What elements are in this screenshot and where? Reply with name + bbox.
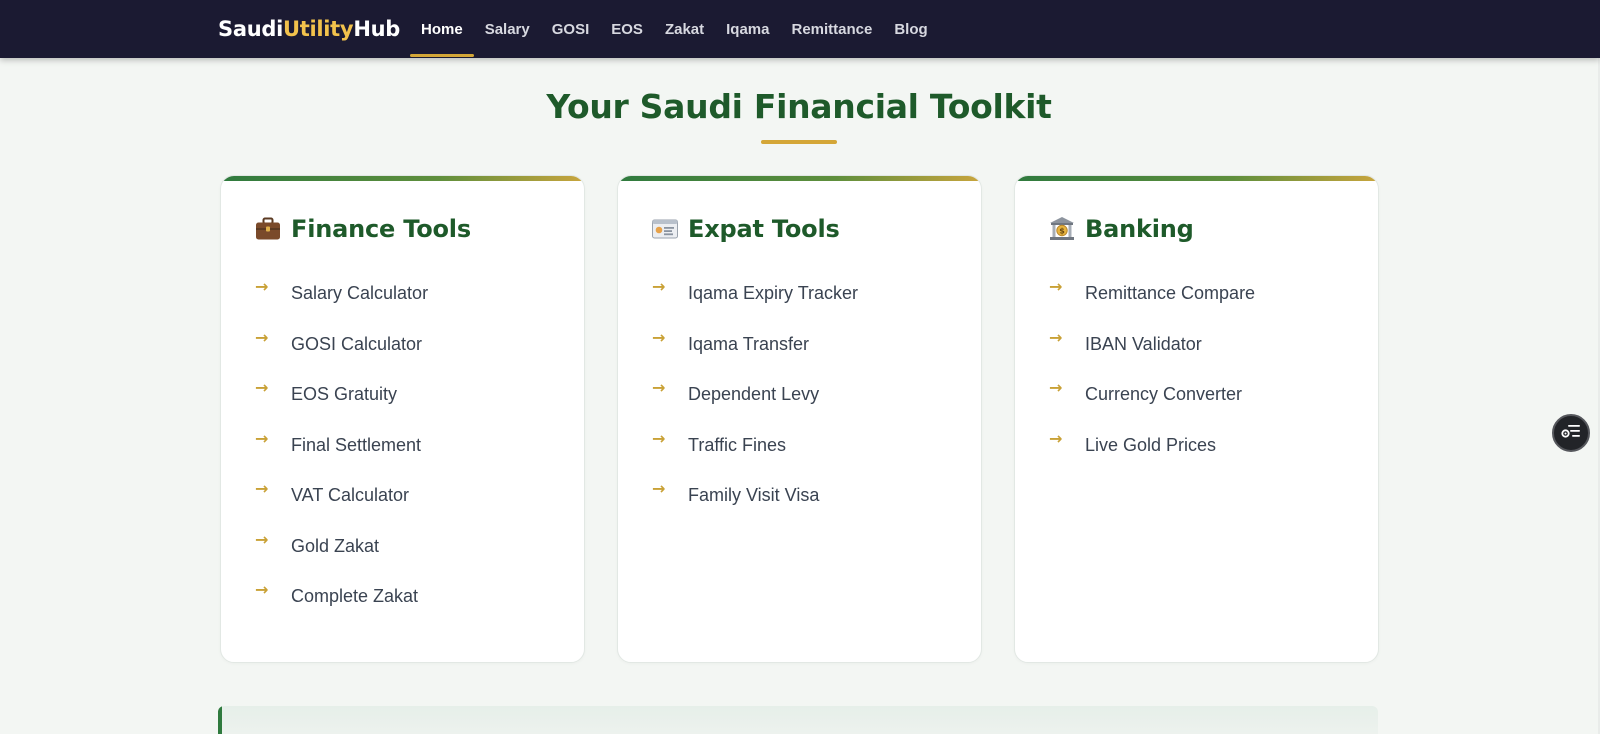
card-top-bar xyxy=(1015,176,1378,181)
arrow-right-icon: → xyxy=(652,327,666,347)
card-header: Finance Tools xyxy=(255,212,471,246)
arrow-right-icon: → xyxy=(255,428,269,448)
section-left-accent xyxy=(218,706,222,734)
arrow-right-icon: → xyxy=(255,327,269,347)
tool-label: GOSI Calculator xyxy=(291,333,423,354)
arrow-right-icon: → xyxy=(255,277,269,297)
arrow-right-icon: → xyxy=(652,428,666,448)
tool-link-dependent-levy[interactable]: → Dependent Levy xyxy=(652,369,858,420)
top-navbar: SaudiUtilityHub Home Salary GOSI EOS Zak… xyxy=(0,0,1600,58)
nav-eos[interactable]: EOS xyxy=(600,0,654,58)
tool-link-currency-converter[interactable]: → Currency Converter xyxy=(1049,369,1255,420)
tool-label: VAT Calculator xyxy=(291,485,410,506)
tool-label: Live Gold Prices xyxy=(1085,434,1217,455)
tool-link-salary-calculator[interactable]: → Salary Calculator xyxy=(255,268,428,319)
arrow-right-icon: → xyxy=(652,378,666,398)
arrow-right-icon: → xyxy=(1049,378,1063,398)
svg-text:$: $ xyxy=(1059,227,1065,236)
brand-logo[interactable]: SaudiUtilityHub xyxy=(218,16,400,42)
tool-list: → Salary Calculator → GOSI Calculator → … xyxy=(255,268,428,622)
arrow-right-icon: → xyxy=(1049,327,1063,347)
id-card-icon xyxy=(652,216,678,242)
card-expat-tools: Expat Tools → Iqama Expiry Tracker → Iqa… xyxy=(617,175,982,663)
briefcase-icon xyxy=(255,216,281,242)
next-section-strip xyxy=(218,706,1378,734)
tool-label: Traffic Fines xyxy=(688,434,787,455)
tool-link-remittance-compare[interactable]: → Remittance Compare xyxy=(1049,268,1255,319)
tool-label: Complete Zakat xyxy=(291,586,419,607)
main-nav: Home Salary GOSI EOS Zakat Iqama Remitta… xyxy=(410,0,939,58)
arrow-right-icon: → xyxy=(1049,428,1063,448)
tool-link-live-gold-prices[interactable]: → Live Gold Prices xyxy=(1049,420,1255,471)
nav-home[interactable]: Home xyxy=(410,0,474,58)
arrow-right-icon: → xyxy=(652,479,666,499)
tool-link-final-settlement[interactable]: → Final Settlement xyxy=(255,420,428,471)
tool-link-eos-gratuity[interactable]: → EOS Gratuity xyxy=(255,369,428,420)
card-title: Expat Tools xyxy=(688,215,840,243)
card-header: Expat Tools xyxy=(652,212,840,246)
tool-link-iqama-transfer[interactable]: → Iqama Transfer xyxy=(652,319,858,370)
tool-link-gold-zakat[interactable]: → Gold Zakat xyxy=(255,521,428,572)
arrow-right-icon: → xyxy=(652,277,666,297)
title-underline xyxy=(761,140,837,144)
nav-zakat[interactable]: Zakat xyxy=(654,0,715,58)
arrow-right-icon: → xyxy=(1049,277,1063,297)
card-title: Finance Tools xyxy=(291,215,471,243)
tool-label: IBAN Validator xyxy=(1085,333,1202,354)
arrow-right-icon: → xyxy=(255,580,269,600)
card-finance-tools: Finance Tools → Salary Calculator → GOSI… xyxy=(220,175,585,663)
card-top-bar xyxy=(618,176,981,181)
tool-label: Family Visit Visa xyxy=(688,485,820,506)
tool-list: → Remittance Compare → IBAN Validator → … xyxy=(1049,268,1255,470)
tool-list: → Iqama Expiry Tracker → Iqama Transfer … xyxy=(652,268,858,521)
arrow-right-icon: → xyxy=(255,378,269,398)
tool-label: Remittance Compare xyxy=(1085,283,1256,304)
card-banking: $ Banking → Remittance Compare → IBAN Va… xyxy=(1014,175,1379,663)
brand-part-saudi: Saudi xyxy=(218,17,283,41)
nav-remittance[interactable]: Remittance xyxy=(780,0,883,58)
arrow-right-icon: → xyxy=(255,479,269,499)
tool-link-complete-zakat[interactable]: → Complete Zakat xyxy=(255,571,428,622)
nav-blog[interactable]: Blog xyxy=(883,0,938,58)
tool-label: Salary Calculator xyxy=(291,283,429,304)
bank-icon: $ xyxy=(1049,216,1075,242)
tool-label: Iqama Transfer xyxy=(688,333,810,354)
tool-link-family-visit-visa[interactable]: → Family Visit Visa xyxy=(652,470,858,521)
tool-link-traffic-fines[interactable]: → Traffic Fines xyxy=(652,420,858,471)
tool-label: Final Settlement xyxy=(291,434,422,455)
nav-salary[interactable]: Salary xyxy=(474,0,541,58)
floating-menu-button[interactable] xyxy=(1552,414,1590,452)
arrow-right-icon: → xyxy=(255,529,269,549)
tool-label: EOS Gratuity xyxy=(291,384,398,405)
tool-link-iqama-expiry-tracker[interactable]: → Iqama Expiry Tracker xyxy=(652,268,858,319)
card-title: Banking xyxy=(1085,215,1194,243)
list-settings-icon xyxy=(1561,423,1581,443)
tool-link-gosi-calculator[interactable]: → GOSI Calculator xyxy=(255,319,428,370)
tool-label: Currency Converter xyxy=(1085,384,1243,405)
tool-label: Iqama Expiry Tracker xyxy=(688,283,859,304)
tool-label: Gold Zakat xyxy=(291,535,380,556)
tool-link-vat-calculator[interactable]: → VAT Calculator xyxy=(255,470,428,521)
card-header: $ Banking xyxy=(1049,212,1194,246)
page-title: Your Saudi Financial Toolkit xyxy=(546,87,1052,126)
card-top-bar xyxy=(221,176,584,181)
brand-part-utility: Utility xyxy=(282,17,354,41)
nav-gosi[interactable]: GOSI xyxy=(541,0,601,58)
brand-part-hub: Hub xyxy=(353,17,400,41)
nav-iqama[interactable]: Iqama xyxy=(715,0,780,58)
tool-link-iban-validator[interactable]: → IBAN Validator xyxy=(1049,319,1255,370)
tool-label: Dependent Levy xyxy=(688,384,820,405)
